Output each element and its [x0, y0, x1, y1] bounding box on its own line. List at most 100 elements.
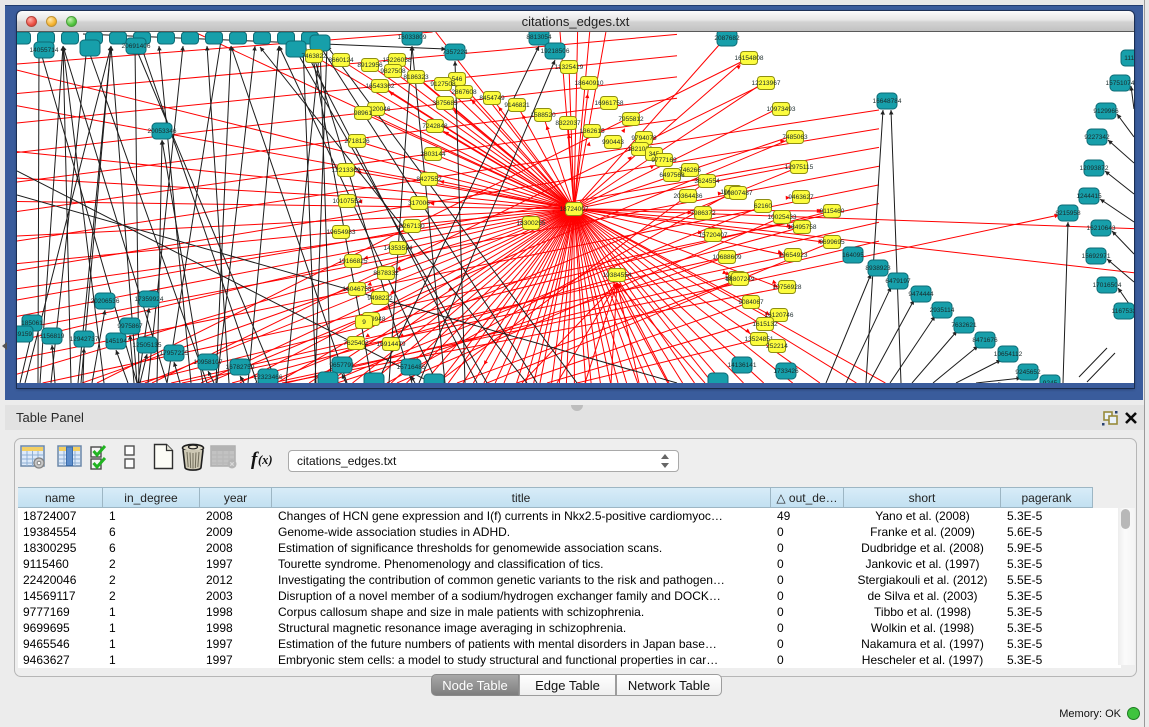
svg-text:8660124: 8660124	[328, 57, 354, 64]
svg-text:9657791: 9657791	[329, 362, 355, 369]
svg-text:2087682: 2087682	[714, 35, 740, 42]
svg-text:14055714: 14055714	[30, 47, 59, 54]
svg-text:10958107: 10958107	[194, 359, 223, 366]
svg-text:2867608: 2867608	[451, 89, 477, 96]
svg-text:9699695: 9699695	[819, 239, 845, 246]
svg-text:9245652: 9245652	[1015, 369, 1041, 376]
svg-text:9474444: 9474444	[908, 291, 934, 298]
svg-text:9794078: 9794078	[631, 135, 657, 142]
svg-text:10973493: 10973493	[767, 106, 796, 113]
svg-text:12213369: 12213369	[332, 167, 361, 174]
svg-text:62160: 62160	[754, 203, 772, 210]
svg-text:8215958: 8215958	[1055, 210, 1081, 217]
svg-text:18495758: 18495758	[788, 224, 817, 231]
svg-text:7625402: 7625402	[343, 340, 369, 347]
svg-text:17359924: 17359924	[135, 296, 164, 303]
svg-text:9498222: 9498222	[367, 295, 393, 302]
svg-text:20053346: 20053346	[148, 128, 177, 135]
svg-text:10025433: 10025433	[768, 214, 797, 221]
svg-text:17016504: 17016504	[1093, 282, 1122, 289]
svg-text:8878332: 8878332	[373, 270, 399, 277]
svg-text:8322037: 8322037	[555, 120, 581, 127]
svg-text:19384554: 19384554	[603, 272, 632, 279]
svg-text:8938923: 8938923	[865, 265, 891, 272]
svg-text:317006: 317006	[408, 200, 430, 207]
svg-text:10654112: 10654112	[994, 351, 1023, 358]
svg-text:10688609: 10688609	[713, 254, 742, 261]
svg-text:6479197: 6479197	[885, 278, 911, 285]
svg-text:16154808: 16154808	[735, 55, 764, 62]
svg-text:19654983: 19654983	[327, 229, 356, 236]
svg-text:2935114: 2935114	[930, 307, 955, 314]
svg-text:10756928: 10756928	[773, 284, 802, 291]
svg-text:12505135: 12505135	[133, 342, 162, 349]
svg-text:2803144: 2803144	[420, 151, 446, 158]
svg-text:18640910: 18640910	[575, 80, 604, 87]
svg-text:15751074: 15751074	[1106, 80, 1134, 87]
svg-text:19166825: 19166825	[339, 258, 368, 265]
svg-text:12975115: 12975115	[785, 164, 814, 171]
svg-text:16782759: 16782759	[226, 364, 255, 371]
svg-text:3624554: 3624554	[694, 178, 720, 185]
svg-text:145194: 145194	[105, 338, 127, 345]
svg-text:7632621: 7632621	[951, 322, 977, 329]
svg-text:1362615: 1362615	[579, 128, 605, 135]
svg-text:9084067: 9084067	[738, 299, 764, 306]
svg-text:12093872: 12093872	[1080, 165, 1109, 172]
svg-text:9777169: 9777169	[651, 157, 677, 164]
svg-text:98961: 98961	[354, 110, 372, 117]
svg-text:15720407: 15720407	[699, 232, 728, 239]
svg-text:19654923: 19654923	[779, 252, 808, 259]
svg-text:18724007: 18724007	[560, 206, 589, 213]
svg-text:9227342: 9227342	[1084, 134, 1110, 141]
svg-text:7485063: 7485063	[782, 134, 808, 141]
svg-text:16046758: 16046758	[343, 286, 372, 293]
svg-text:10807487: 10807487	[724, 190, 753, 197]
svg-text:16543362: 16543362	[366, 83, 395, 90]
svg-text:9129966: 9129966	[1093, 108, 1119, 115]
svg-text:14136141: 14136141	[728, 362, 757, 369]
svg-text:1244415: 1244415	[1076, 193, 1102, 200]
svg-text:12323466: 12323466	[254, 374, 283, 381]
svg-text:164095: 164095	[842, 252, 864, 259]
svg-text:15692971: 15692971	[1082, 253, 1111, 260]
svg-text:16033809: 16033809	[398, 34, 427, 41]
svg-text:1112: 1112	[1124, 55, 1134, 62]
svg-text:8912956: 8912956	[357, 62, 383, 69]
svg-text:1156819: 1156819	[40, 333, 65, 340]
svg-text:12942737: 12942737	[70, 336, 99, 343]
svg-text:9463627: 9463627	[788, 194, 814, 201]
svg-text:14353594: 14353594	[384, 245, 413, 252]
svg-text:8471676: 8471676	[972, 337, 998, 344]
svg-text:10107553: 10107553	[333, 198, 362, 205]
svg-text:19218506: 19218506	[541, 48, 570, 55]
svg-text:8427552: 8427552	[416, 176, 442, 183]
svg-text:252214: 252214	[766, 343, 788, 350]
svg-text:3875685: 3875685	[432, 100, 458, 107]
svg-text:16914479: 16914479	[377, 341, 406, 348]
svg-text:7463822: 7463822	[301, 53, 327, 60]
svg-text:7986372: 7986372	[690, 210, 716, 217]
svg-text:8813054: 8813054	[526, 34, 552, 41]
svg-text:20691406: 20691406	[122, 43, 151, 50]
svg-text:7357224: 7357224	[442, 49, 468, 56]
svg-text:1167533: 1167533	[1112, 308, 1134, 315]
svg-text:9245: 9245	[1043, 380, 1058, 383]
svg-text:6497568: 6497568	[659, 172, 685, 179]
svg-text:1588520: 1588520	[530, 112, 556, 119]
svg-text:9127508: 9127508	[430, 81, 456, 88]
svg-text:16210643: 16210643	[1087, 225, 1116, 232]
svg-text:9827508: 9827508	[380, 68, 406, 75]
svg-text:18300295: 18300295	[517, 220, 546, 227]
svg-text:9975867: 9975867	[117, 323, 143, 330]
svg-text:20364436: 20364436	[674, 193, 703, 200]
svg-text:9: 9	[362, 319, 366, 326]
svg-text:9115460: 9115460	[820, 208, 845, 215]
svg-text:(x): (x)	[258, 453, 273, 467]
svg-text:15716485: 15716485	[397, 364, 426, 371]
svg-text:8186323: 8186323	[403, 74, 429, 81]
svg-text:39159: 39159	[17, 331, 32, 338]
svg-text:2718126: 2718126	[344, 138, 370, 145]
svg-text:8454749: 8454749	[479, 95, 505, 102]
svg-text:20206536: 20206536	[91, 298, 120, 305]
